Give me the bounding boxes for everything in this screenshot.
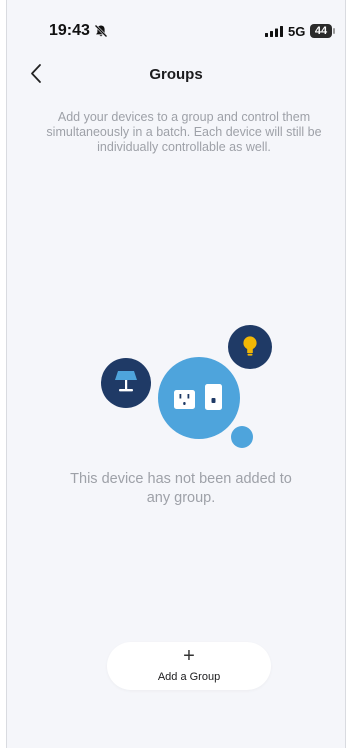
- nav-bar: Groups: [7, 60, 345, 90]
- add-group-label: Add a Group: [157, 671, 221, 683]
- plus-icon: +: [183, 645, 195, 667]
- bell-slash-icon: [94, 24, 108, 38]
- status-time: 19:43: [49, 22, 90, 39]
- status-bar: 19:43 5G 44: [7, 22, 345, 44]
- devices-circle: [158, 357, 240, 439]
- signal-icon: [265, 26, 283, 37]
- devices-illustration: [101, 325, 272, 448]
- network-label: 5G: [288, 24, 306, 39]
- add-group-button[interactable]: + Add a Group: [107, 642, 271, 690]
- page-title: Groups: [149, 66, 203, 83]
- groups-description: Add your devices to a group and control …: [46, 110, 322, 154]
- switch-icon: [205, 384, 222, 410]
- battery-icon: 44: [310, 24, 335, 38]
- small-dot: [231, 426, 253, 448]
- empty-state-message: This device has not been added to any gr…: [70, 471, 292, 506]
- groups-screen: 19:43 5G 44 Groups Add your devices to a…: [6, 0, 346, 748]
- outlet-icon: [174, 390, 195, 409]
